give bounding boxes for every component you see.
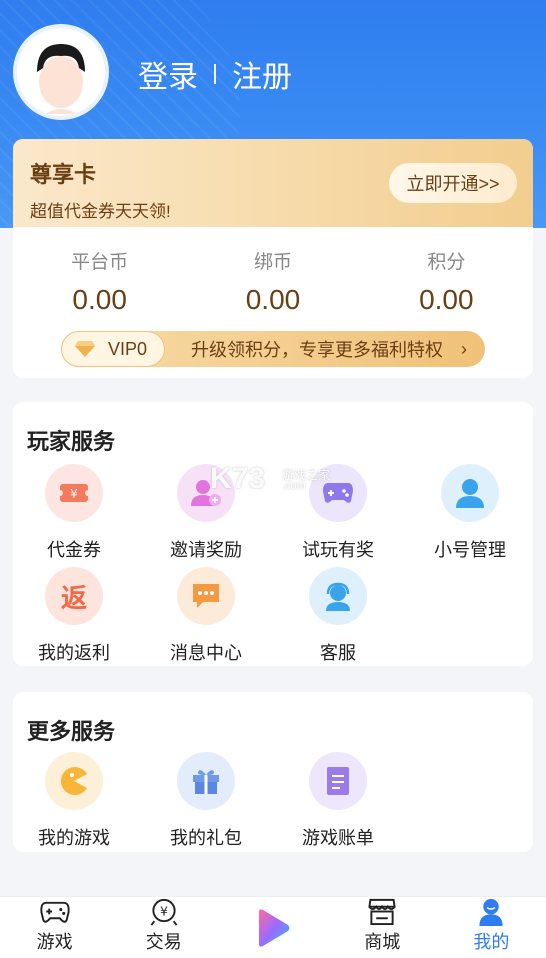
service-label: 消息中心 [170,643,242,663]
stat-value: 0.00 [419,284,474,315]
avatar-face-icon [17,28,105,116]
service-rebate[interactable]: 返 我的返利 [14,567,134,665]
service-game-bill[interactable]: 游戏账单 [278,752,398,850]
service-support[interactable]: 客服 [278,567,398,665]
player-services-card: 玩家服务 ¥ 代金券 邀请奖励 试玩有奖 小号管理 返 我的返利 消息中心 客服 [13,402,533,666]
service-label: 邀请奖励 [170,540,242,560]
vip-card-title: 尊享卡 [30,162,97,187]
service-label: 试玩有奖 [302,540,374,560]
support-icon [309,567,367,625]
stat-label: 绑币 [253,252,292,273]
rebate-glyph: 返 [60,582,87,613]
game-icon [45,752,103,810]
diamond-icon [75,341,95,357]
login-link[interactable]: 登录 [138,52,198,96]
stat-label: 积分 [427,252,466,273]
watermark-brand: K73 [210,462,266,495]
section-title: 更多服务 [27,719,116,744]
stat-label: 平台币 [71,252,129,273]
activate-vip-button[interactable]: 立即开通>> [389,163,517,203]
gift-icon [177,752,235,810]
service-my-games[interactable]: 我的游戏 [14,752,134,850]
service-label: 我的礼包 [170,828,242,848]
register-link[interactable]: 注册 [232,52,292,96]
service-label: 小号管理 [434,540,506,560]
vip-level-badge: VIP0 [61,331,165,367]
service-voucher[interactable]: ¥ 代金券 [14,464,134,562]
gamepad-tab-icon [39,901,70,923]
vip-card-header: 尊享卡 超值代金券天天领! 立即开通>> [13,139,533,227]
tab-label: 商城 [364,932,401,952]
profile-icon [479,898,504,926]
vip-card-subtitle: 超值代金券天天领! [30,202,171,221]
vip-upgrade-bar[interactable]: VIP0 升级领积分，专享更多福利特权 › [61,331,485,367]
watermark-domain: .com [282,480,306,492]
tab-profile[interactable]: 我的 [437,897,546,958]
stat-value: 0.00 [72,284,127,315]
rebate-icon: 返 [45,567,103,625]
stat-platform-coin[interactable]: 平台币 0.00 [13,247,186,316]
vip-level: VIP0 [108,338,148,359]
service-my-gifts[interactable]: 我的礼包 [146,752,266,850]
stat-bound-coin[interactable]: 绑币 0.00 [186,247,359,316]
avatar[interactable] [13,24,109,120]
user-icon [441,464,499,522]
tab-games[interactable]: 游戏 [0,897,109,958]
tab-label: 交易 [145,932,182,952]
service-messages[interactable]: 消息中心 [146,567,266,665]
tab-play[interactable] [218,897,327,958]
chevron-right-icon: › [461,338,467,359]
stat-value: 0.00 [245,284,301,315]
trade-icon: ¥ [150,898,178,926]
service-label: 客服 [320,643,356,663]
bottom-tab-bar: 游戏 ¥ 交易 商城 我的 [0,896,546,958]
service-label: 代金券 [47,540,101,560]
service-label: 游戏账单 [302,828,374,848]
wallet-stats: 平台币 0.00 绑币 0.00 积分 0.00 [13,247,533,316]
svg-text:¥: ¥ [160,903,168,918]
svg-text:¥: ¥ [70,487,78,501]
tab-label: 游戏 [36,932,73,952]
bill-icon [309,752,367,810]
service-label: 我的返利 [38,643,110,663]
watermark: K73 游戏之家 .com [210,462,340,496]
tab-trade[interactable]: ¥ 交易 [109,897,218,958]
vip-card: 尊享卡 超值代金券天天领! 立即开通>> 平台币 0.00 绑币 0.00 积分… [13,139,533,378]
auth-links: 登录 注册 [138,52,292,96]
service-sub-accounts[interactable]: 小号管理 [410,464,530,562]
vip-bar-text: 升级领积分，专享更多福利特权 [191,340,443,360]
service-label: 我的游戏 [38,828,110,848]
more-services-card: 更多服务 我的游戏 我的礼包 游戏账单 [13,692,533,852]
voucher-icon: ¥ [45,464,103,522]
message-icon [177,567,235,625]
section-title: 玩家服务 [27,429,116,454]
stat-points[interactable]: 积分 0.00 [360,247,533,316]
tab-label: 我的 [473,932,510,952]
auth-divider [214,64,216,84]
play-icon [259,908,290,947]
store-icon [368,898,396,926]
tab-store[interactable]: 商城 [328,897,437,958]
